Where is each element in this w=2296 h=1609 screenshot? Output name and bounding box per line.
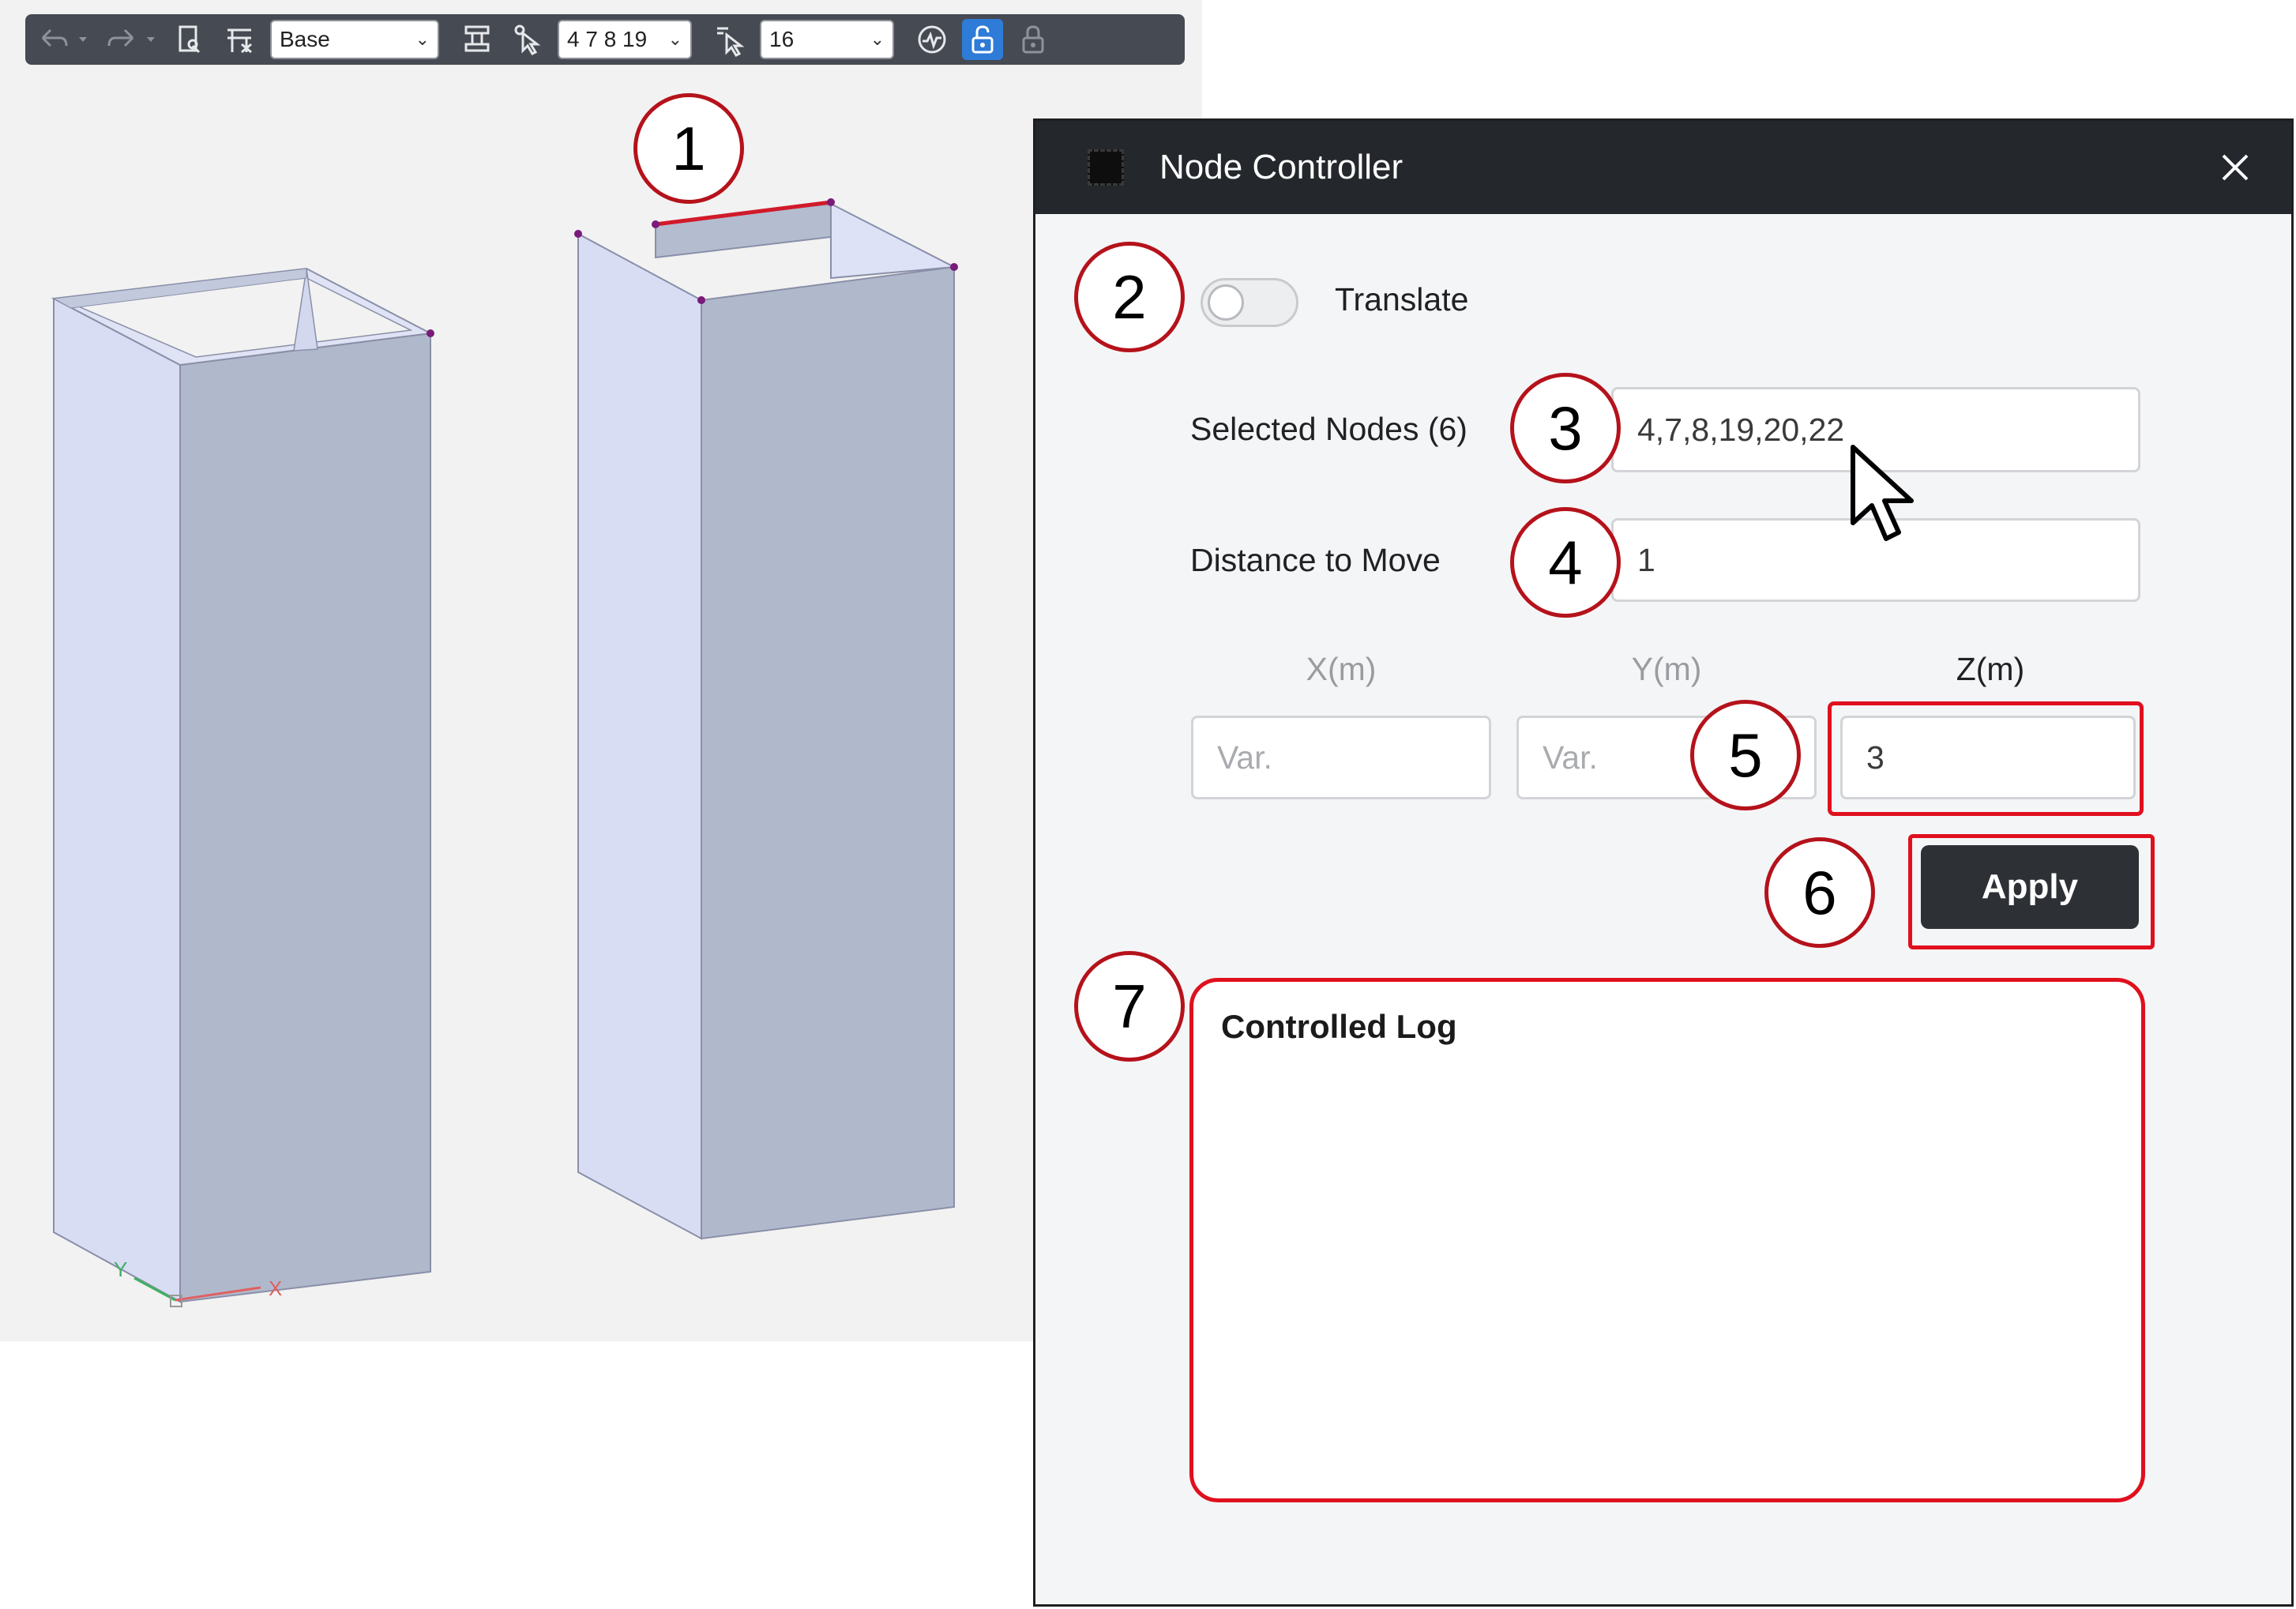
y-label: Y(m): [1631, 651, 1702, 687]
table-icon[interactable]: [220, 19, 261, 60]
chevron-down-icon: ⌄: [415, 29, 430, 49]
mouse-cursor-icon: [1851, 445, 1914, 541]
z-input[interactable]: [1840, 716, 2136, 799]
redo-dropdown-icon[interactable]: [144, 19, 158, 60]
model-canvas[interactable]: X Y: [0, 0, 1202, 1341]
nodes-select-value: 4 7 8 19: [567, 27, 648, 51]
undo-icon[interactable]: [33, 19, 74, 60]
number-select-value: 16: [769, 27, 795, 51]
lock-icon[interactable]: [1013, 19, 1054, 60]
document-icon[interactable]: [169, 19, 210, 60]
right-column-model: [574, 198, 958, 1240]
chevron-down-icon: ⌄: [870, 29, 885, 49]
dialog-title: Node Controller: [1159, 148, 1404, 186]
z-label: Z(m): [1956, 651, 2025, 687]
selected-nodes-label: Selected Nodes (6): [1190, 411, 1467, 447]
select-cursor-icon[interactable]: [507, 19, 548, 60]
callout-3: 3: [1510, 373, 1621, 483]
axis-y-label: Y: [114, 1258, 127, 1281]
apply-button[interactable]: Apply: [1921, 845, 2139, 929]
axis-x-label: X: [269, 1276, 282, 1300]
top-toolbar: Base ⌄ 4 7 8 19 ⌄ 16 ⌄: [25, 14, 1185, 65]
dialog-header: Node Controller: [1035, 121, 2291, 214]
chevron-down-icon: ⌄: [667, 29, 682, 49]
chart-icon[interactable]: [911, 19, 953, 60]
translate-toggle[interactable]: [1201, 278, 1298, 327]
toggle-knob: [1208, 284, 1244, 321]
unlock-icon[interactable]: [962, 19, 1003, 60]
redo-icon[interactable]: [101, 19, 142, 60]
controlled-log: Controlled Log: [1193, 981, 2140, 1498]
callout-5: 5: [1690, 700, 1801, 810]
x-input[interactable]: [1191, 716, 1491, 799]
filter-cursor-icon[interactable]: [709, 19, 750, 60]
callout-1: 1: [633, 93, 744, 204]
number-select[interactable]: 16 ⌄: [760, 20, 894, 59]
close-icon[interactable]: [2215, 148, 2255, 187]
structure-icon[interactable]: [457, 19, 498, 60]
nodes-select[interactable]: 4 7 8 19 ⌄: [558, 20, 692, 59]
x-label: X(m): [1306, 651, 1377, 687]
callout-7: 7: [1074, 951, 1185, 1062]
callout-4: 4: [1510, 507, 1621, 618]
log-title: Controlled Log: [1221, 1008, 1457, 1045]
left-column-model: [51, 267, 434, 1303]
app-icon: [1088, 149, 1124, 186]
callout-6: 6: [1764, 837, 1875, 948]
base-select-value: Base: [280, 27, 330, 51]
model-viewport[interactable]: X Y: [0, 0, 1202, 1341]
translate-label: Translate: [1335, 281, 1469, 318]
undo-dropdown-icon[interactable]: [76, 19, 90, 60]
callout-2: 2: [1074, 242, 1185, 352]
distance-label: Distance to Move: [1190, 542, 1441, 578]
base-select[interactable]: Base ⌄: [270, 20, 439, 59]
